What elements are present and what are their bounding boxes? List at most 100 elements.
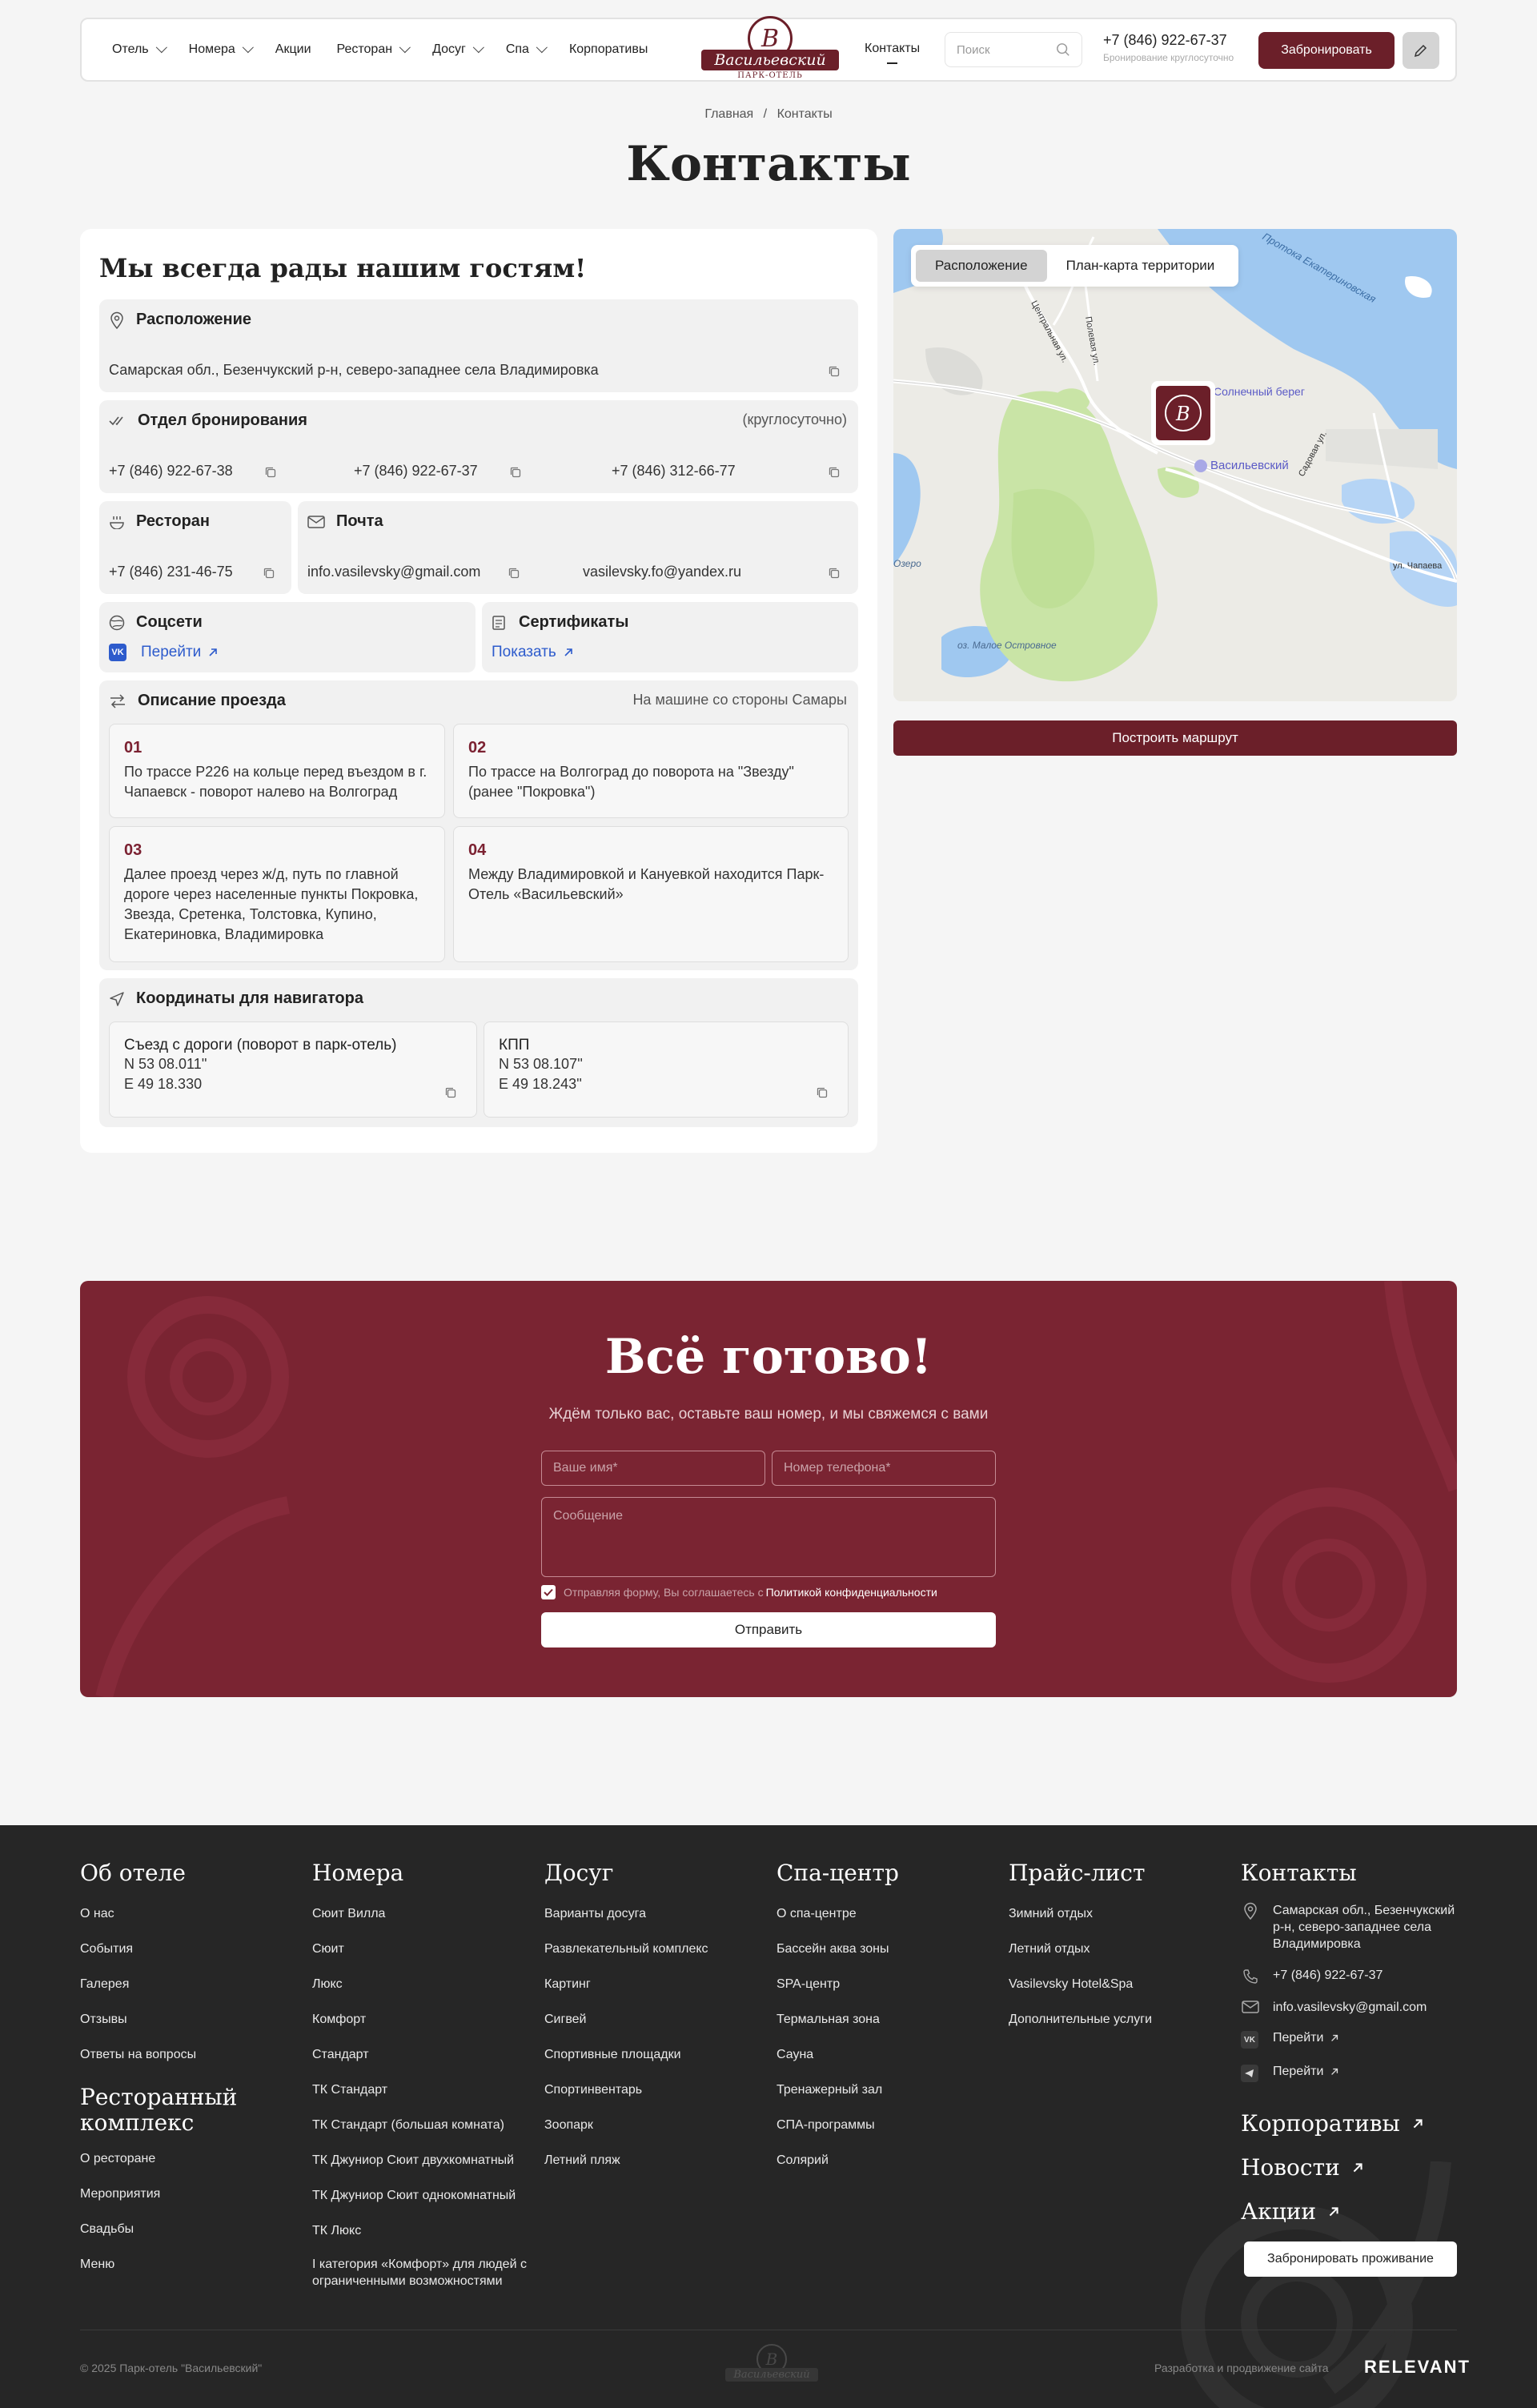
footer-phone[interactable]: +7 (846) 922-67-37 — [1241, 1969, 1457, 1985]
name-field[interactable] — [541, 1451, 765, 1486]
footer-link[interactable]: Vasilevsky Hotel&Spa — [1009, 1977, 1152, 1992]
footer-telegram[interactable]: Перейти — [1241, 2065, 1457, 2086]
footer-link[interactable]: SPA-центр — [777, 1977, 899, 1992]
footer-link[interactable]: Варианты досуга — [544, 1907, 708, 1921]
copy-icon[interactable] — [816, 1086, 829, 1099]
footer-link[interactable]: СПА-программы — [777, 2118, 899, 2133]
footer-link[interactable]: О спа-центре — [777, 1907, 899, 1921]
map-canvas[interactable]: Солнечный берег Васильевский ул. Чапаева… — [893, 229, 1457, 701]
footer-link[interactable]: ТК Стандарт — [312, 2083, 528, 2097]
consent-checkbox[interactable] — [541, 1585, 556, 1599]
footer-link[interactable]: Дополнительные услуги — [1009, 2013, 1152, 2027]
search-box[interactable] — [945, 32, 1082, 67]
tab-location[interactable]: Расположение — [916, 250, 1047, 282]
phone-field[interactable] — [772, 1451, 996, 1486]
footer-link[interactable]: Летний отдых — [1009, 1942, 1152, 1956]
search-input[interactable] — [957, 42, 1045, 57]
footer-link[interactable]: I категория «Комфорт» для людей с ограни… — [312, 2256, 528, 2290]
footer-link[interactable]: Спортивные площадки — [544, 2048, 708, 2062]
footer-book-button[interactable]: Забронировать проживание — [1244, 2241, 1457, 2277]
footer-restaurant-title[interactable]: Ресторанный комплекс — [80, 2085, 264, 2136]
footer-price-title[interactable]: Прайс-лист — [1009, 1860, 1152, 1886]
footer-link[interactable]: Комфорт — [312, 2013, 528, 2027]
nav-corporate[interactable]: Корпоративы — [569, 42, 648, 57]
footer-link[interactable]: События — [80, 1942, 264, 1956]
footer-link[interactable]: Галерея — [80, 1977, 264, 1992]
nav-restaurant[interactable]: Ресторан — [337, 42, 411, 57]
footer-link[interactable]: Ответы на вопросы — [80, 2048, 264, 2062]
submit-button[interactable]: Отправить — [541, 1612, 996, 1647]
mail-email-1[interactable]: info.vasilevsky@gmail.com — [307, 564, 480, 580]
footer-link[interactable]: Люкс — [312, 1977, 528, 1992]
footer-email-text[interactable]: info.vasilevsky@gmail.com — [1273, 2001, 1427, 2015]
developer-logo[interactable]: RELEVANT — [1364, 2357, 1471, 2378]
copy-icon[interactable] — [509, 466, 522, 479]
footer-about-title[interactable]: Об отеле — [80, 1860, 264, 1886]
nav-leisure[interactable]: Досуг — [432, 42, 484, 57]
footer-link[interactable]: Термальная зона — [777, 2013, 899, 2027]
restaurant-phone[interactable]: +7 (846) 231-46-75 — [109, 564, 233, 580]
copy-icon[interactable] — [508, 567, 520, 580]
copy-icon[interactable] — [263, 567, 275, 580]
footer-link[interactable]: Зимний отдых — [1009, 1907, 1152, 1921]
footer-link[interactable]: Сауна — [777, 2048, 899, 2062]
footer-logo[interactable]: В Васильевский — [724, 2344, 820, 2395]
vk-link[interactable]: VK Перейти — [109, 644, 219, 661]
footer-phone-text[interactable]: +7 (846) 922-67-37 — [1273, 1969, 1382, 1983]
footer-telegram-label[interactable]: Перейти — [1273, 2065, 1323, 2079]
footer-leisure-title[interactable]: Досуг — [544, 1860, 708, 1886]
nav-hotel[interactable]: Отель — [112, 42, 167, 57]
footer-link[interactable]: Картинг — [544, 1977, 708, 1992]
header-phone-number[interactable]: +7 (846) 922-67-37 — [1103, 32, 1234, 49]
footer-link[interactable]: Развлекательный комплекс — [544, 1942, 708, 1956]
location-map[interactable]: Солнечный берег Васильевский ул. Чапаева… — [893, 229, 1457, 701]
footer-link[interactable]: ТК Джуниор Сюит двухкомнатный — [312, 2153, 528, 2168]
certs-link[interactable]: Показать — [492, 644, 574, 661]
breadcrumb-home[interactable]: Главная — [704, 107, 753, 121]
footer-link[interactable]: О ресторане — [80, 2152, 264, 2166]
site-logo[interactable]: В Васильевский ПАРК-ОТЕЛЬ — [701, 14, 839, 88]
footer-link[interactable]: Сюит Вилла — [312, 1907, 528, 1921]
accessibility-button[interactable] — [1403, 32, 1439, 69]
footer-link[interactable]: Свадьбы — [80, 2222, 264, 2237]
mail-email-2[interactable]: vasilevsky.fo@yandex.ru — [583, 564, 741, 580]
footer-email[interactable]: info.vasilevsky@gmail.com — [1241, 2001, 1457, 2015]
nav-promos[interactable]: Акции — [275, 42, 311, 57]
footer-link[interactable]: Спортинвентарь — [544, 2083, 708, 2097]
footer-link[interactable]: Зоопарк — [544, 2118, 708, 2133]
footer-link[interactable]: Летний пляж — [544, 2153, 708, 2168]
footer-link[interactable]: Отзывы — [80, 2013, 264, 2027]
footer-vk[interactable]: VK Перейти — [1241, 2031, 1457, 2049]
footer-link[interactable]: О нас — [80, 1907, 264, 1921]
footer-link[interactable]: Сюит — [312, 1942, 528, 1956]
search-icon[interactable] — [1056, 42, 1070, 57]
footer-big-link[interactable]: Новости — [1241, 2154, 1457, 2181]
build-route-button[interactable]: Построить маршрут — [893, 720, 1457, 756]
footer-link[interactable]: ТК Джуниор Сюит однокомнатный — [312, 2189, 528, 2203]
copy-icon[interactable] — [828, 567, 841, 580]
booking-phone-2[interactable]: +7 (846) 922-67-37 — [354, 463, 478, 480]
message-field[interactable] — [541, 1497, 996, 1577]
tab-territory-plan[interactable]: План-карта территории — [1047, 250, 1234, 282]
copy-icon[interactable] — [444, 1086, 457, 1099]
footer-vk-label[interactable]: Перейти — [1273, 2031, 1323, 2045]
footer-link[interactable]: Стандарт — [312, 2048, 528, 2062]
book-button[interactable]: Забронировать — [1258, 32, 1395, 69]
footer-link[interactable]: Меню — [80, 2258, 264, 2272]
footer-spa-title[interactable]: Спа-центр — [777, 1860, 899, 1886]
footer-link[interactable]: Мероприятия — [80, 2187, 264, 2201]
footer-big-link[interactable]: Корпоративы — [1241, 2110, 1457, 2137]
copy-icon[interactable] — [828, 466, 841, 479]
footer-link[interactable]: Сигвей — [544, 2013, 708, 2027]
footer-rooms-title[interactable]: Номера — [312, 1860, 528, 1886]
nav-contacts[interactable]: Контакты — [865, 42, 920, 64]
header-phone[interactable]: +7 (846) 922-67-37 Бронирование круглосу… — [1103, 32, 1234, 63]
booking-phone-3[interactable]: +7 (846) 312-66-77 — [612, 463, 736, 480]
footer-link[interactable]: Солярий — [777, 2153, 899, 2168]
footer-big-link[interactable]: Акции — [1241, 2198, 1457, 2225]
nav-spa[interactable]: Спа — [506, 42, 548, 57]
booking-phone-1[interactable]: +7 (846) 922-67-38 — [109, 463, 233, 480]
footer-link[interactable]: Тренажерный зал — [777, 2083, 899, 2097]
copy-icon[interactable] — [264, 466, 277, 479]
privacy-policy-link[interactable]: Политикой конфиденциальности — [766, 1586, 937, 1599]
